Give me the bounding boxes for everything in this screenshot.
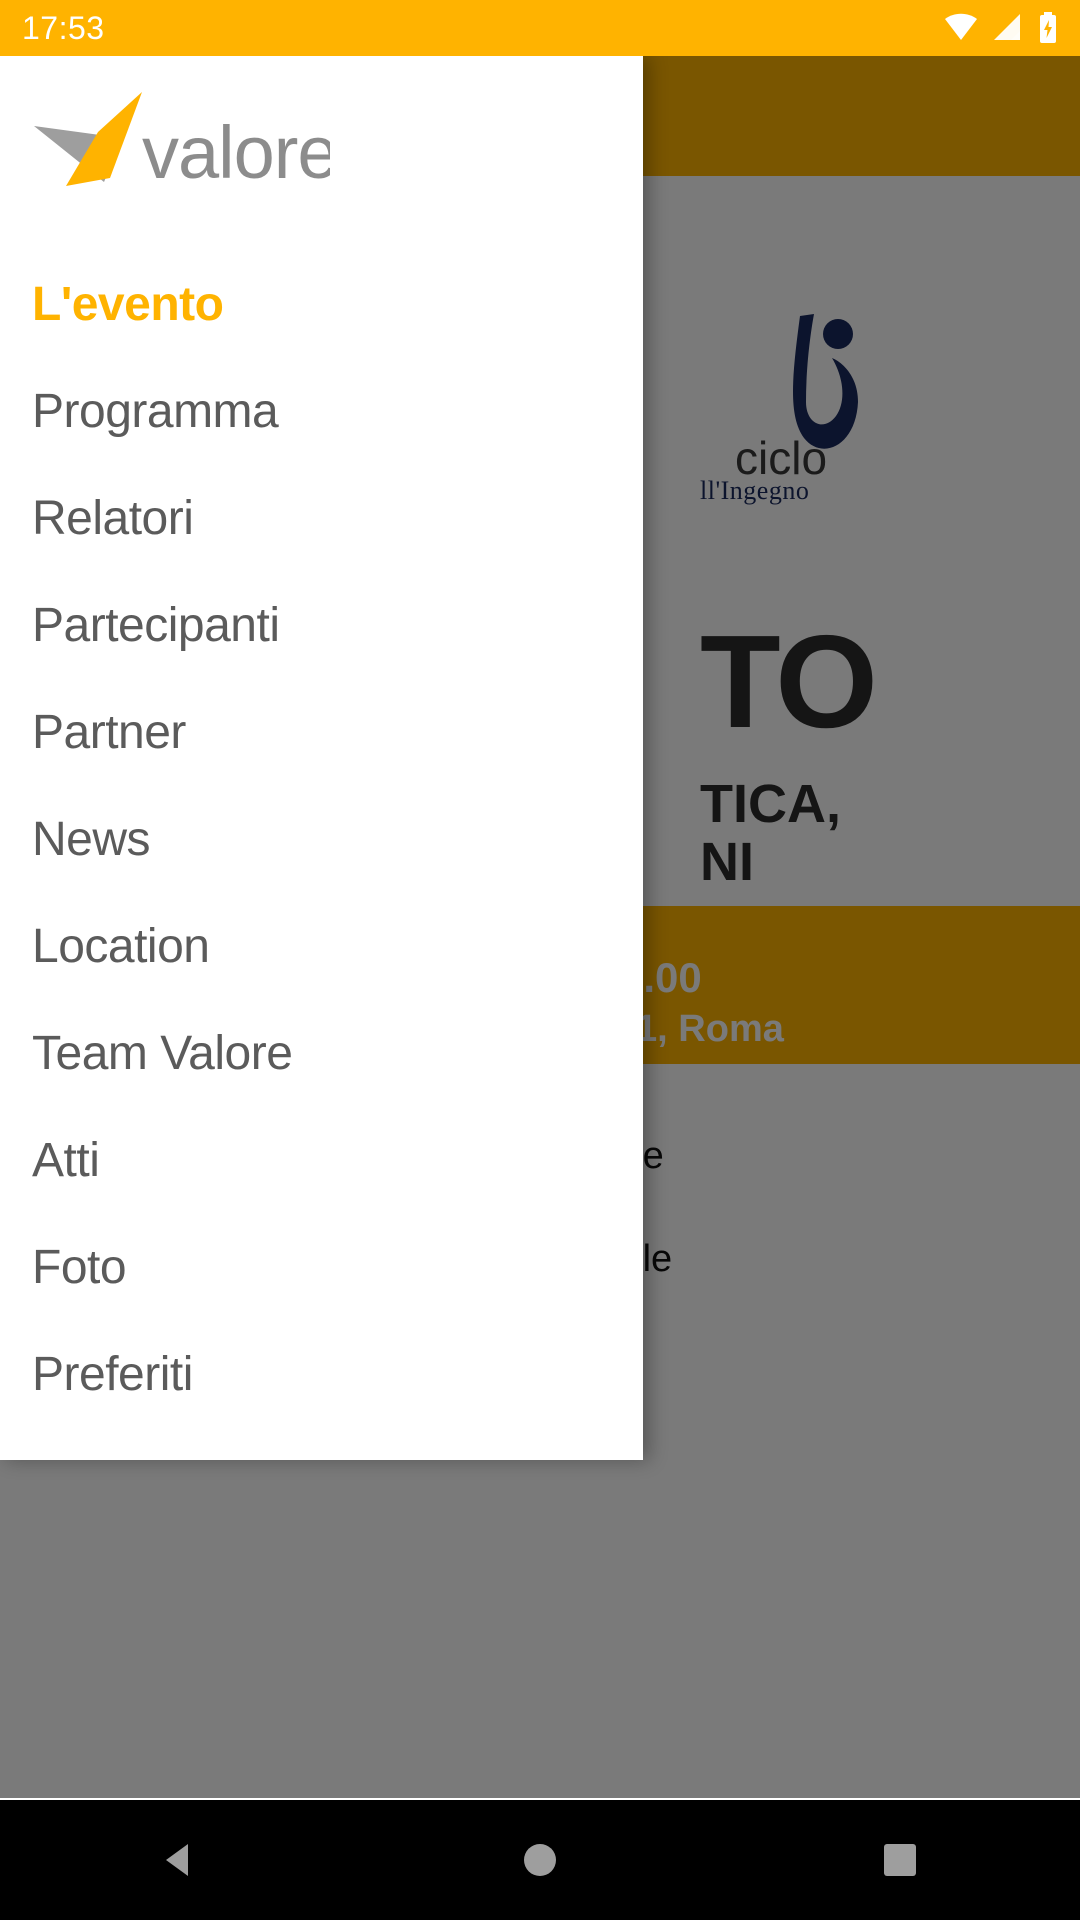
menu-item-relatori[interactable]: Relatori xyxy=(0,465,643,572)
svg-text:valore: valore xyxy=(142,111,330,194)
menu-item-label: Team Valore xyxy=(32,1027,293,1080)
menu-item-partecipanti[interactable]: Partecipanti xyxy=(0,572,643,679)
status-bar: 17:53 xyxy=(0,0,1080,56)
menu-item-label: Location xyxy=(32,920,210,973)
menu-item-preferiti[interactable]: Preferiti xyxy=(0,1321,643,1428)
menu-item-label: Foto xyxy=(32,1241,127,1294)
menu-item-label: Preferiti xyxy=(32,1348,193,1401)
menu-item-partner[interactable]: Partner xyxy=(0,679,643,786)
system-navigation-bar xyxy=(0,1800,1080,1920)
home-button[interactable] xyxy=(460,1800,620,1920)
back-button[interactable] xyxy=(100,1800,260,1920)
menu-item-label: Atti xyxy=(32,1134,100,1187)
menu-item-levento[interactable]: L'evento xyxy=(0,251,643,358)
cellular-signal-icon xyxy=(994,14,1020,40)
navigation-drawer: valore L'evento Programma Relatori Parte… xyxy=(0,56,643,1460)
menu-item-label: Partecipanti xyxy=(32,599,280,652)
menu-item-programma[interactable]: Programma xyxy=(0,358,643,465)
wifi-icon xyxy=(945,13,977,40)
battery-charging-icon xyxy=(1040,12,1056,43)
recents-square-icon xyxy=(884,1844,916,1876)
menu-item-news[interactable]: News xyxy=(0,786,643,893)
recents-button[interactable] xyxy=(820,1800,980,1920)
menu-item-team-valore[interactable]: Team Valore xyxy=(0,1000,643,1107)
menu-item-atti[interactable]: Atti xyxy=(0,1107,643,1214)
status-bar-icons xyxy=(944,12,1058,44)
menu-item-foto[interactable]: Foto xyxy=(0,1214,643,1321)
menu-item-location[interactable]: Location xyxy=(0,893,643,1000)
menu-item-label: Programma xyxy=(32,385,279,438)
phone-screen: ll'Ingegno ciclo TO TICA, NI 9.00 na 21,… xyxy=(0,0,1080,1920)
back-triangle-icon xyxy=(166,1844,188,1876)
menu-item-label: L'evento xyxy=(32,278,224,331)
valore-logo: valore xyxy=(34,92,330,194)
menu-item-label: Relatori xyxy=(32,492,194,545)
home-circle-icon xyxy=(524,1844,556,1876)
status-bar-clock: 17:53 xyxy=(22,9,105,46)
menu-item-label: Partner xyxy=(32,706,186,759)
drawer-menu-list: L'evento Programma Relatori Partecipanti… xyxy=(0,251,643,1428)
menu-item-label: News xyxy=(32,813,151,866)
